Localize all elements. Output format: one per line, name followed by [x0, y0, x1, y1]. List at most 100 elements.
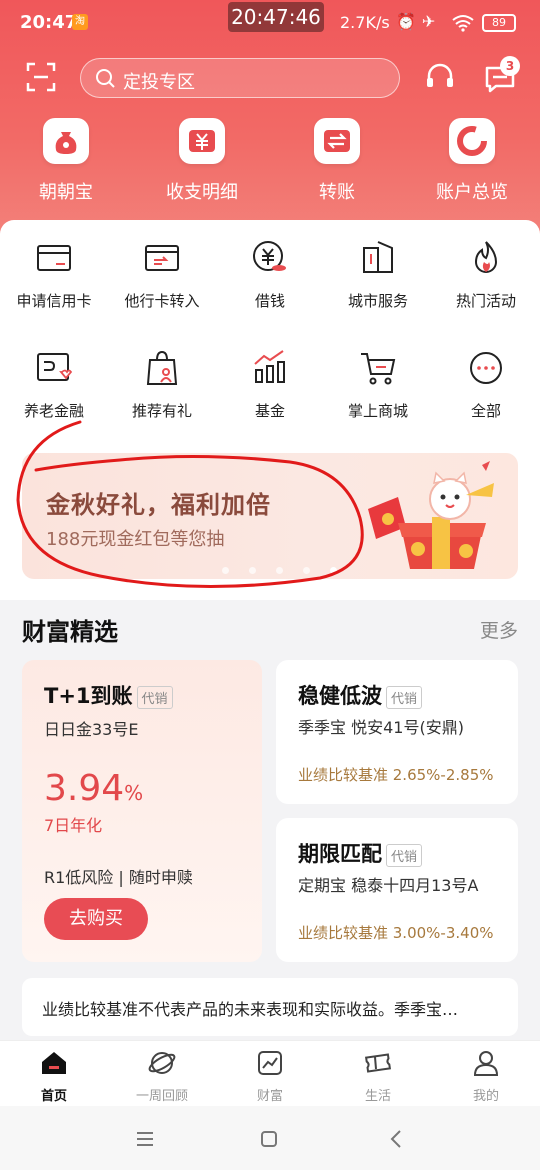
home-icon: [42, 1052, 66, 1074]
service-pension[interactable]: 养老金融: [0, 348, 108, 421]
gift-bag-icon: [146, 350, 178, 385]
yield-rate: 3.94%: [44, 768, 143, 809]
service-card-transfer[interactable]: 他行卡转入: [108, 238, 216, 311]
service-mall[interactable]: 掌上商城: [324, 348, 432, 421]
fund-chart-icon: [254, 350, 285, 383]
product-name: 日日金33号E: [44, 720, 139, 739]
ticket-icon: [365, 1053, 391, 1073]
customer-service-icon[interactable]: [424, 62, 456, 94]
carousel-dot: [249, 567, 257, 574]
tab-life[interactable]: 生活: [324, 1049, 432, 1104]
tab-label: 生活: [364, 1089, 391, 1104]
tab-label: 一周回顾: [135, 1089, 188, 1104]
yield-rate-unit: %: [124, 781, 144, 805]
quick-action-zhaozhaobao[interactable]: 朝朝宝: [6, 118, 126, 204]
search-input[interactable]: 定投专区: [80, 58, 400, 98]
product-title-text: 期限匹配: [298, 842, 382, 866]
quick-action-overview[interactable]: 账户总览: [412, 118, 532, 204]
performance-benchmark: 业绩比较基准 3.00%-3.40%: [298, 924, 494, 942]
carousel-dot: [303, 567, 311, 574]
profile-icon: [473, 1051, 499, 1076]
featured-product-card[interactable]: T+1到账 代销 日日金33号E 3.94% 7日年化 R1低风险 | 随时申赎 …: [22, 660, 262, 962]
tab-mine[interactable]: 我的: [432, 1049, 540, 1104]
disclaimer-text: 业绩比较基准不代表产品的未来表现和实际收益。季季宝…: [42, 1000, 459, 1019]
status-bar: 20:47 淘 20:47:46 2.7K/s ⏰✈ 89: [0, 0, 540, 48]
agent-sale-tag: 代销: [386, 843, 423, 867]
tab-label: 财富: [256, 1089, 283, 1104]
more-icon: [470, 352, 502, 384]
product-card[interactable]: 稳健低波 代销 季季宝 悦安41号(安鼎) 业绩比较基准 2.65%-2.85%: [276, 660, 518, 804]
bottom-tab-bar: 首页 一周回顾 财富 生活 我的: [0, 1040, 540, 1106]
home-button-icon[interactable]: [258, 1128, 280, 1150]
performance-benchmark: 业绩比较基准 2.65%-2.85%: [298, 766, 494, 784]
service-label: 申请信用卡: [16, 292, 92, 310]
banner-title: 金秋好礼，福利加倍: [46, 491, 271, 519]
service-label: 养老金融: [23, 402, 84, 420]
product-title: 稳健低波 代销: [298, 680, 423, 710]
more-link[interactable]: 更多: [480, 616, 518, 643]
city-icon: [363, 241, 393, 273]
search-icon: [96, 69, 115, 88]
back-icon[interactable]: [386, 1128, 408, 1150]
quick-action-transfer[interactable]: 转账: [277, 118, 397, 204]
service-hot-events[interactable]: 热门活动: [432, 238, 540, 311]
service-referral[interactable]: 推荐有礼: [108, 348, 216, 421]
agent-sale-tag: 代销: [386, 685, 423, 709]
carousel-dot: [222, 567, 229, 574]
buy-button[interactable]: 去购买: [44, 898, 148, 940]
floating-clock: 20:47:46: [228, 2, 324, 32]
service-all[interactable]: 全部: [432, 348, 540, 421]
system-navigation-bar: [0, 1106, 540, 1170]
service-label: 全部: [470, 402, 501, 420]
service-label: 推荐有礼: [131, 402, 192, 420]
wealth-chart-icon: [258, 1051, 282, 1075]
flame-icon: [474, 241, 498, 273]
tab-label: 首页: [40, 1089, 67, 1104]
agent-sale-tag: 代销: [136, 685, 173, 709]
quick-action-label: 朝朝宝: [39, 182, 93, 203]
cart-icon: [361, 353, 396, 385]
service-label: 借钱: [254, 292, 285, 310]
service-label: 他行卡转入: [124, 292, 200, 310]
carousel-dots: [222, 559, 352, 578]
service-borrow[interactable]: 借钱: [216, 238, 324, 311]
tab-home[interactable]: 首页: [0, 1049, 108, 1104]
service-label: 基金: [254, 402, 285, 420]
quick-action-label: 转账: [319, 182, 355, 203]
message-count-badge: 3: [500, 56, 520, 76]
status-time: 20:47: [20, 12, 78, 33]
quick-action-transactions[interactable]: 收支明细: [142, 118, 262, 204]
tab-wealth[interactable]: 财富: [216, 1049, 324, 1104]
lucky-cat-gift-icon: [368, 461, 494, 569]
product-title: 期限匹配 代销: [298, 838, 423, 868]
product-card[interactable]: 期限匹配 代销 定期宝 稳泰十四月13号A 业绩比较基准 3.00%-3.40%: [276, 818, 518, 962]
carousel-dot: [276, 567, 284, 574]
risk-level: R1低风险 | 随时申赎: [44, 868, 193, 887]
product-title-text: 稳健低波: [298, 684, 382, 708]
promo-banner[interactable]: 金秋好礼，福利加倍 188元现金红包等您抽: [22, 453, 518, 579]
yuan-icon: [179, 118, 225, 164]
quick-action-label: 收支明细: [166, 182, 238, 203]
network-speed: 2.7K/s: [340, 13, 390, 32]
disclaimer-notice[interactable]: 业绩比较基准不代表产品的未来表现和实际收益。季季宝…: [22, 978, 518, 1036]
section-title: 财富精选: [22, 618, 118, 646]
credit-card-icon: [37, 245, 71, 271]
service-fund[interactable]: 基金: [216, 348, 324, 421]
menu-icon[interactable]: [134, 1128, 156, 1150]
transfer-icon: [314, 118, 360, 164]
service-city[interactable]: 城市服务: [324, 238, 432, 311]
pie-chart-icon: [449, 118, 495, 164]
carousel-dot-active: [330, 567, 338, 574]
money-bag-icon: [43, 118, 89, 164]
tab-label: 我的: [472, 1089, 499, 1104]
product-name: 季季宝 悦安41号(安鼎): [298, 718, 464, 737]
card-transfer-icon: [145, 245, 179, 271]
product-title: T+1到账 代销: [44, 680, 173, 710]
service-label: 掌上商城: [347, 402, 408, 420]
scan-icon[interactable]: [26, 62, 56, 92]
battery-indicator: 89: [482, 14, 516, 32]
tab-weekly-review[interactable]: 一周回顾: [108, 1049, 216, 1104]
service-credit-card[interactable]: 申请信用卡: [0, 238, 108, 311]
pension-icon: [37, 353, 73, 381]
quick-action-label: 账户总览: [436, 182, 508, 203]
